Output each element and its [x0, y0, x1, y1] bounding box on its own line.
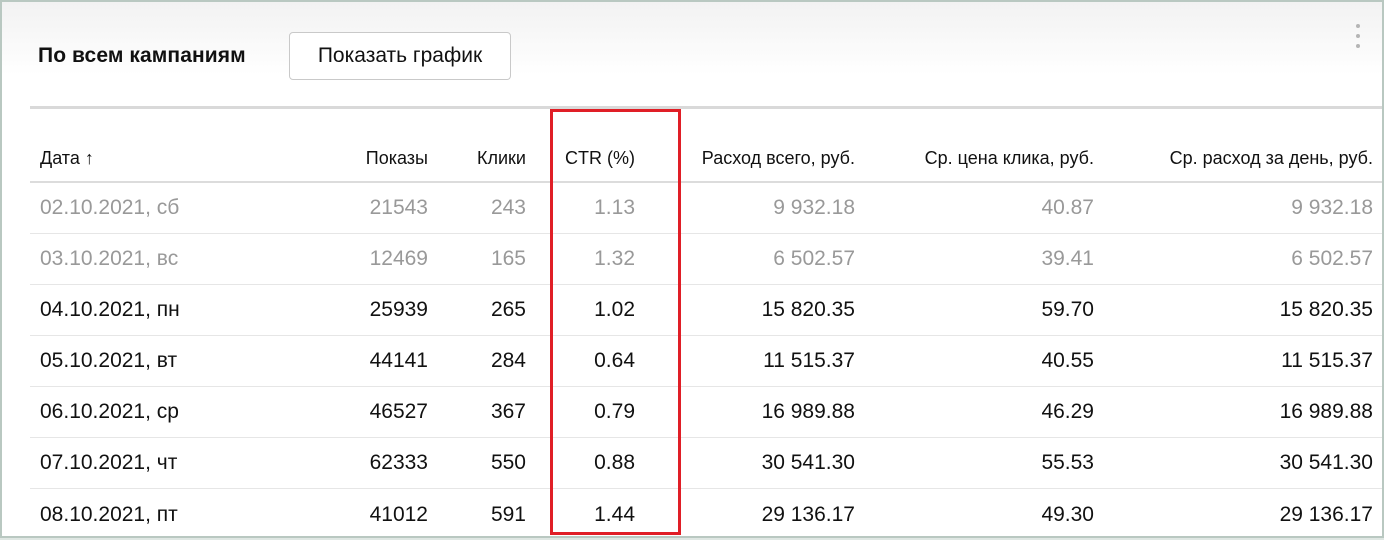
- cell-ctr: 1.44: [594, 502, 635, 526]
- column-header-ctr[interactable]: CTR (%): [550, 109, 635, 181]
- cell-total-spend: 30 541.30: [761, 451, 855, 474]
- table-row: 06.10.2021, ср 46527 367 0.79 16 989.88 …: [30, 387, 1382, 438]
- cell-impressions: 12469: [369, 247, 428, 270]
- cell-clicks: 367: [490, 400, 526, 423]
- cell-avg-daily-spend: 11 515.37: [1281, 349, 1373, 372]
- cell-impressions: 46527: [369, 400, 428, 423]
- column-header-avg-daily-spend[interactable]: Ср. расход за день, руб.: [1130, 109, 1373, 181]
- cell-clicks: 165: [490, 247, 526, 270]
- cell-date: 06.10.2021, ср: [40, 400, 179, 423]
- more-options-icon[interactable]: [1354, 24, 1362, 48]
- cell-avg-cpc: 40.55: [1041, 349, 1094, 372]
- cell-avg-daily-spend: 16 989.88: [1279, 400, 1373, 423]
- table-row: 08.10.2021, пт 41012 591 1.44 29 136.17 …: [30, 489, 1382, 540]
- cell-avg-daily-spend: 9 932.18: [1291, 196, 1373, 219]
- cell-ctr: 0.88: [594, 451, 635, 474]
- cell-date: 03.10.2021, вс: [40, 247, 179, 270]
- cell-avg-cpc: 46.29: [1041, 400, 1094, 423]
- column-header-total-spend[interactable]: Расход всего, руб.: [670, 109, 855, 181]
- show-chart-button[interactable]: Показать график: [289, 32, 511, 80]
- cell-ctr: 1.13: [594, 196, 635, 219]
- cell-avg-daily-spend: 30 541.30: [1279, 451, 1373, 474]
- table-row: 03.10.2021, вс 12469 165 1.32 6 502.57 3…: [30, 234, 1382, 285]
- cell-impressions: 25939: [369, 298, 428, 321]
- cell-total-spend: 6 502.57: [773, 247, 855, 270]
- cell-avg-daily-spend: 29 136.17: [1279, 502, 1373, 526]
- cell-total-spend: 11 515.37: [763, 349, 855, 372]
- cell-avg-cpc: 49.30: [1041, 502, 1094, 526]
- cell-total-spend: 16 989.88: [761, 400, 855, 423]
- cell-avg-cpc: 59.70: [1041, 298, 1094, 321]
- cell-impressions: 21543: [369, 196, 428, 219]
- cell-avg-daily-spend: 6 502.57: [1291, 247, 1373, 270]
- cell-clicks: 243: [490, 196, 526, 219]
- cell-ctr: 0.79: [594, 400, 635, 423]
- cell-clicks: 550: [490, 451, 526, 474]
- cell-total-spend: 15 820.35: [761, 298, 855, 321]
- cell-impressions: 44141: [369, 349, 428, 372]
- cell-avg-daily-spend: 15 820.35: [1279, 298, 1373, 321]
- cell-date: 08.10.2021, пт: [40, 502, 178, 526]
- cell-ctr: 0.64: [594, 349, 635, 372]
- cell-impressions: 41012: [369, 502, 428, 526]
- cell-avg-cpc: 55.53: [1041, 451, 1094, 474]
- column-header-clicks[interactable]: Клики: [440, 109, 526, 181]
- cell-date: 05.10.2021, вт: [40, 349, 178, 372]
- cell-total-spend: 29 136.17: [761, 502, 855, 526]
- cell-avg-cpc: 39.41: [1041, 247, 1094, 270]
- table-header-row: Дата ↑ Показы Клики CTR (%) Расход всего…: [30, 109, 1382, 183]
- page-title: По всем кампаниям: [38, 44, 246, 67]
- report-panel: По всем кампаниям Показать график Дата ↑…: [0, 0, 1384, 538]
- column-header-avg-cpc[interactable]: Ср. цена клика, руб.: [890, 109, 1094, 181]
- cell-total-spend: 9 932.18: [773, 196, 855, 219]
- report-header: По всем кампаниям Показать график: [2, 2, 1382, 106]
- column-header-date[interactable]: Дата ↑: [40, 109, 340, 181]
- cell-date: 04.10.2021, пн: [40, 298, 180, 321]
- table-row: 04.10.2021, пн 25939 265 1.02 15 820.35 …: [30, 285, 1382, 336]
- cell-ctr: 1.02: [594, 298, 635, 321]
- stats-table: Дата ↑ Показы Клики CTR (%) Расход всего…: [30, 109, 1382, 540]
- cell-avg-cpc: 40.87: [1041, 196, 1094, 219]
- cell-date: 07.10.2021, чт: [40, 451, 178, 474]
- table-row: 07.10.2021, чт 62333 550 0.88 30 541.30 …: [30, 438, 1382, 489]
- table-row: 02.10.2021, сб 21543 243 1.13 9 932.18 4…: [30, 183, 1382, 234]
- column-header-impressions[interactable]: Показы: [330, 109, 428, 181]
- cell-clicks: 284: [490, 349, 526, 372]
- cell-impressions: 62333: [369, 451, 428, 474]
- cell-clicks: 265: [490, 298, 526, 321]
- cell-clicks: 591: [490, 502, 526, 526]
- table-row: 05.10.2021, вт 44141 284 0.64 11 515.37 …: [30, 336, 1382, 387]
- cell-ctr: 1.32: [594, 247, 635, 270]
- cell-date: 02.10.2021, сб: [40, 196, 180, 219]
